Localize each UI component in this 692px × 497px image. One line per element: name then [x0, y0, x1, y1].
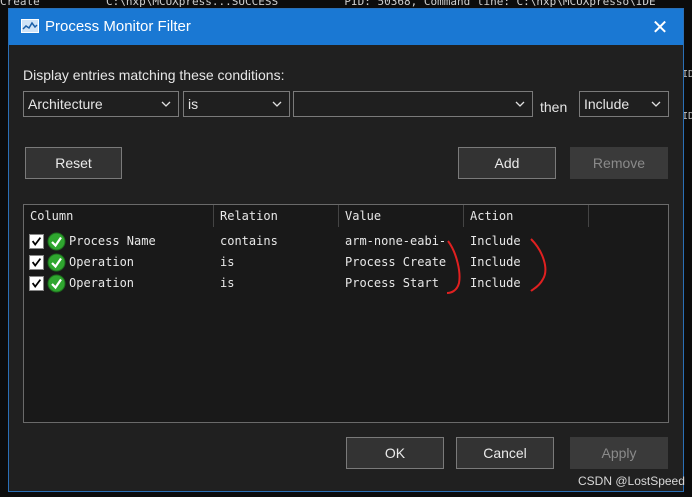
- relation-select[interactable]: is: [183, 91, 290, 117]
- red-annotation-marks: [446, 238, 547, 294]
- column-header-empty: [589, 205, 668, 227]
- chevron-down-icon: [651, 101, 661, 107]
- checkmark-icon: [31, 258, 42, 267]
- watermark-text: CSDN @LostSpeed: [578, 474, 685, 488]
- console-top-line: Create C:\nxp\MCUXpress...SUCCESS PID: 5…: [0, 0, 656, 8]
- column-header-value[interactable]: Value: [339, 205, 464, 227]
- chevron-down-icon: [161, 101, 171, 107]
- row-relation-cell: is: [220, 255, 235, 269]
- row-checkbox[interactable]: [29, 255, 44, 270]
- filter-list[interactable]: Column Relation Value Action Process Nam…: [23, 204, 669, 423]
- green-check-icon: [47, 253, 66, 272]
- column-header-action[interactable]: Action: [464, 205, 589, 227]
- then-label: then: [540, 99, 568, 115]
- row-checkbox[interactable]: [29, 234, 44, 249]
- green-check-icon: [47, 274, 66, 293]
- checkmark-icon: [31, 279, 42, 288]
- row-column-cell: Process Name: [69, 234, 156, 248]
- add-button[interactable]: Add: [458, 147, 556, 179]
- column-header-relation[interactable]: Relation: [214, 205, 339, 227]
- column-select-value: Architecture: [28, 96, 103, 112]
- table-row[interactable]: Process Name contains arm-none-eabi- Inc…: [24, 231, 668, 252]
- checkmark-icon: [31, 237, 42, 246]
- dialog-title: Process Monitor Filter: [45, 18, 191, 35]
- display-conditions-label: Display entries matching these condition…: [23, 67, 285, 83]
- apply-button[interactable]: Apply: [570, 437, 668, 469]
- process-monitor-icon: [21, 19, 39, 33]
- green-check-icon: [47, 232, 66, 251]
- column-select[interactable]: Architecture: [23, 91, 179, 117]
- filter-dialog: Process Monitor Filter ✕ Display entries…: [8, 8, 684, 492]
- remove-button[interactable]: Remove: [570, 147, 668, 179]
- chevron-down-icon: [515, 101, 525, 107]
- column-header-column[interactable]: Column: [24, 205, 214, 227]
- row-column-cell: Operation: [69, 276, 135, 290]
- row-value-cell: Process Start: [345, 276, 439, 290]
- action-select[interactable]: Include: [579, 91, 669, 117]
- close-button[interactable]: ✕: [637, 9, 683, 45]
- row-relation-cell: contains: [220, 234, 278, 248]
- cancel-button[interactable]: Cancel: [456, 437, 554, 469]
- reset-button[interactable]: Reset: [25, 147, 122, 179]
- value-combobox[interactable]: [293, 91, 533, 117]
- relation-select-value: is: [188, 96, 199, 112]
- row-relation-cell: is: [220, 276, 235, 290]
- row-column-cell: Operation: [69, 255, 135, 269]
- action-select-value: Include: [584, 96, 630, 112]
- table-row[interactable]: Operation is Process Create Include: [24, 252, 668, 273]
- title-bar[interactable]: Process Monitor Filter ✕: [9, 9, 683, 45]
- table-row[interactable]: Operation is Process Start Include: [24, 273, 668, 294]
- ok-button[interactable]: OK: [346, 437, 444, 469]
- row-value-cell: Process Create: [345, 255, 447, 269]
- chevron-down-icon: [272, 101, 282, 107]
- row-checkbox[interactable]: [29, 276, 44, 291]
- row-value-cell: arm-none-eabi-: [345, 234, 447, 248]
